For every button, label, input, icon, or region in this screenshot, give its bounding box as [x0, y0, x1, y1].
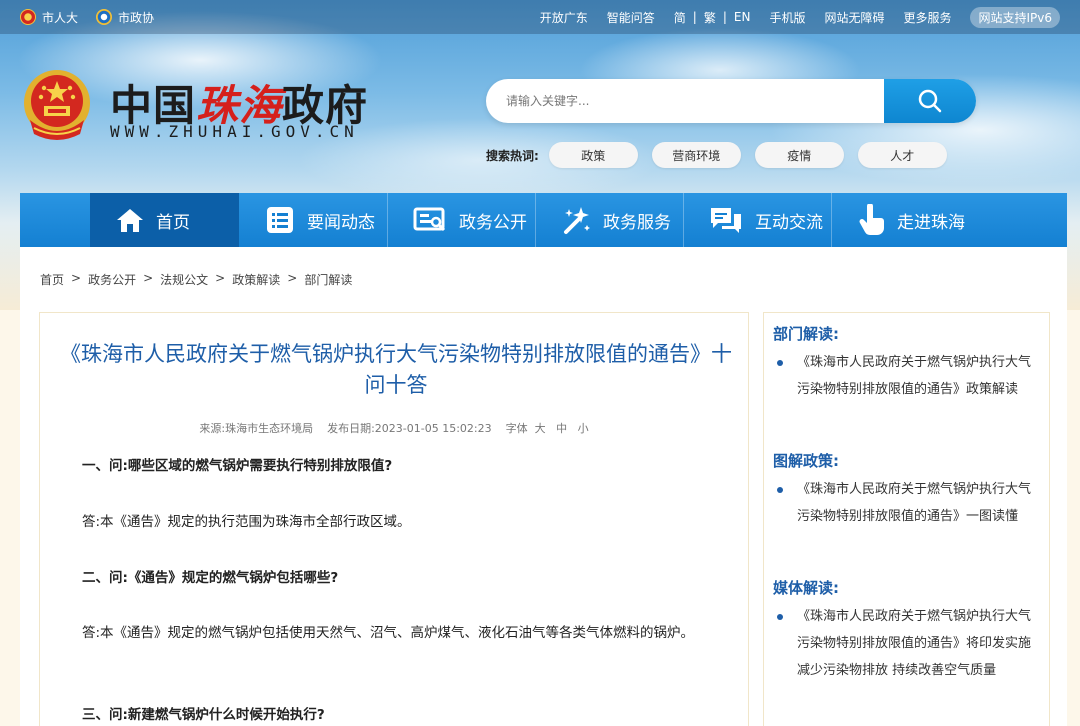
- nav-item-government-services[interactable]: 政务服务: [535, 193, 683, 247]
- nav-item-home[interactable]: 首页: [90, 193, 239, 247]
- ipv6-badge: 网站支持IPv6: [970, 6, 1060, 28]
- breadcrumb: 首页 > 政务公开 > 法规公文 > 政策解读 > 部门解读: [40, 271, 352, 288]
- breadcrumb-separator: >: [71, 271, 82, 285]
- nav-item-news[interactable]: 要闻动态: [239, 193, 387, 247]
- national-emblem-icon: [24, 70, 90, 140]
- content-panel: 首页 > 政务公开 > 法规公文 > 政策解读 > 部门解读 《珠海市人民政府关…: [20, 247, 1067, 726]
- hot-words-label: 搜索热词:: [486, 148, 539, 163]
- lang-english[interactable]: EN: [734, 10, 751, 24]
- article-title: 《珠海市人民政府关于燃气锅炉执行大气污染物特别排放限值的通告》十问十答: [60, 342, 732, 397]
- bullet-icon: [777, 614, 783, 620]
- answer-paragraph: 答:本《通告》规定的燃气锅炉包括使用天然气、沼气、高炉煤气、液化石油气等各类气体…: [82, 625, 695, 641]
- article: 《珠海市人民政府关于燃气锅炉执行大气污染物特别排放限值的通告》十问十答 来源:珠…: [39, 312, 749, 726]
- related-sidebar: 部门解读: 《珠海市人民政府关于燃气锅炉执行大气污染物特别排放限值的通告》政策解…: [763, 312, 1050, 726]
- sidebar-heading: 部门解读:: [773, 325, 839, 343]
- link-more-services[interactable]: 更多服务: [903, 9, 951, 26]
- hot-word-tag[interactable]: 疫情: [754, 142, 844, 168]
- link-municipal-cppcc[interactable]: 市政协: [96, 9, 154, 26]
- link-smart-qa[interactable]: 智能问答: [607, 9, 655, 26]
- emblem-icon: [20, 9, 36, 25]
- link-mobile[interactable]: 手机版: [769, 9, 805, 26]
- search-button[interactable]: [884, 79, 976, 123]
- nav-item-about-zhuhai[interactable]: 走进珠海: [831, 193, 979, 247]
- breadcrumb-open-government[interactable]: 政务公开: [88, 271, 136, 288]
- breadcrumb-department-interpretation[interactable]: 部门解读: [304, 271, 352, 288]
- hot-word-tag[interactable]: 政策: [548, 142, 638, 168]
- sidebar-link[interactable]: 《珠海市人民政府关于燃气锅炉执行大气污染物特别排放限值的通告》将印发实施 减少污…: [797, 603, 1037, 684]
- breadcrumb-separator: >: [215, 271, 226, 285]
- language-switch: 简 | 繁 | EN: [673, 9, 751, 26]
- bullet-icon: [777, 487, 783, 493]
- top-bar: 市人大 市政协 开放广东 智能问答 简 | 繁 | EN 手机版 网站无障碍 更…: [0, 0, 1080, 34]
- hot-word-tag[interactable]: 营商环境: [651, 142, 741, 168]
- sidebar-link[interactable]: 《珠海市人民政府关于燃气锅炉执行大气污染物特别排放限值的通告》一图读懂: [797, 476, 1037, 530]
- breadcrumb-separator: >: [287, 271, 298, 285]
- lang-simplified[interactable]: 简: [674, 9, 686, 26]
- link-accessibility[interactable]: 网站无障碍: [824, 9, 884, 26]
- nav-item-open-government[interactable]: 政务公开: [387, 193, 535, 247]
- breadcrumb-regulations[interactable]: 法规公文: [160, 271, 208, 288]
- search-input[interactable]: [486, 79, 886, 123]
- lang-traditional[interactable]: 繁: [704, 9, 716, 26]
- breadcrumb-separator: >: [143, 271, 154, 285]
- hot-search-words: 搜索热词: 政策 营商环境 疫情 人才: [486, 142, 961, 168]
- link-label: 市政协: [118, 10, 155, 25]
- sidebar-heading: 媒体解读:: [773, 579, 839, 597]
- link-label: 市人大: [42, 10, 79, 25]
- breadcrumb-policy-interpretation[interactable]: 政策解读: [232, 271, 280, 288]
- nav-item-interaction[interactable]: 互动交流: [683, 193, 831, 247]
- question-paragraph: 三、问:新建燃气锅炉什么时候开始执行?: [82, 707, 325, 723]
- home-icon: [117, 209, 143, 232]
- search-box: [486, 79, 976, 123]
- chat-bubble-icon: [711, 208, 741, 233]
- link-municipal-congress[interactable]: 市人大: [20, 9, 78, 26]
- hot-word-tag[interactable]: 人才: [857, 142, 947, 168]
- bullet-icon: [777, 360, 783, 366]
- main-nav: 首页 要闻动态 政务公开 政务服务 互动交流 走进珠海: [20, 193, 1067, 247]
- sidebar-heading: 图解政策:: [773, 452, 839, 470]
- sidebar-link[interactable]: 《珠海市人民政府关于燃气锅炉执行大气污染物特别排放限值的通告》政策解读: [797, 349, 1037, 403]
- breadcrumb-home[interactable]: 首页: [40, 271, 64, 288]
- question-paragraph: 二、问:《通告》规定的燃气锅炉包括哪些?: [82, 570, 339, 586]
- hand-pointer-icon: [859, 204, 884, 235]
- link-open-guangdong[interactable]: 开放广东: [540, 9, 588, 26]
- news-list-icon: [267, 207, 293, 233]
- open-government-icon: [413, 207, 446, 232]
- article-meta: 来源:珠海市生态环境局 发布日期:2023-01-05 15:02:23 字体 …: [199, 422, 589, 435]
- answer-paragraph: 答:本《通告》规定的执行范围为珠海市全部行政区域。: [82, 514, 411, 530]
- cppcc-emblem-icon: [96, 9, 113, 25]
- search-icon: [918, 89, 942, 113]
- site-url: WWW.ZHUHAI.GOV.CN: [110, 122, 359, 141]
- service-magic-icon: [564, 207, 590, 234]
- question-paragraph: 一、问:哪些区域的燃气锅炉需要执行特别排放限值?: [82, 458, 393, 474]
